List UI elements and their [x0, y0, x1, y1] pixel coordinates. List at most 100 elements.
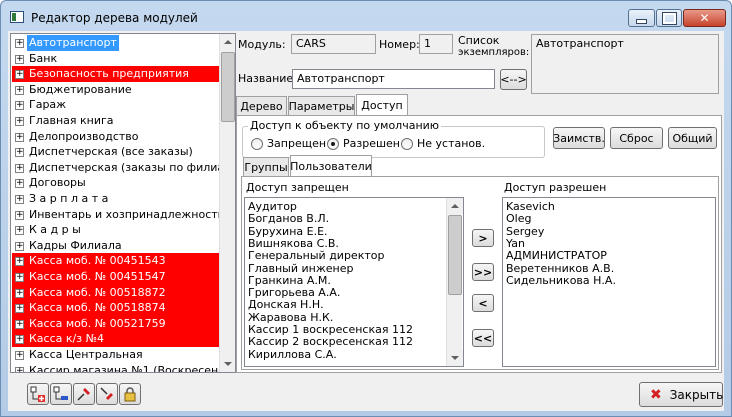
subtab-1[interactable]: Пользователи: [290, 155, 372, 176]
expand-icon[interactable]: +: [15, 132, 24, 142]
denied-scroll-thumb[interactable]: [448, 215, 462, 295]
move-all-left-button[interactable]: <<: [472, 329, 494, 347]
tree-item[interactable]: + Инвентарь и хозпринадлежности: [12, 207, 220, 223]
expand-icon[interactable]: +: [15, 304, 24, 314]
maximize-button[interactable]: [656, 9, 682, 27]
expand-icon[interactable]: +: [15, 351, 24, 360]
list-item[interactable]: Кириллова С.А.: [248, 348, 337, 361]
tree-item[interactable]: + Касса моб. № 00451543: [12, 253, 220, 270]
radio-circle-icon[interactable]: [251, 137, 263, 150]
instances-list[interactable]: Автотранспорт: [531, 34, 719, 94]
tree-item[interactable]: + Касса к/з №4: [12, 331, 220, 348]
radio-circle-icon[interactable]: [327, 137, 339, 150]
list-item[interactable]: Кассир 2 воскресенская 112: [248, 335, 413, 348]
expand-icon[interactable]: +: [15, 163, 24, 173]
close-window-button[interactable]: ✕: [683, 9, 726, 27]
tree-item[interactable]: + Автотранспорт: [12, 35, 220, 51]
expand-icon[interactable]: +: [15, 70, 24, 80]
expand-icon[interactable]: +: [15, 366, 24, 372]
list-item[interactable]: Жаравова Н.К.: [248, 311, 333, 324]
tree-item[interactable]: + Делопроизводство: [12, 129, 220, 145]
move-all-right-button[interactable]: >>: [472, 263, 494, 281]
list-item[interactable]: Главный инженер: [248, 262, 353, 275]
radio-option[interactable]: Не установ.: [401, 137, 485, 150]
radio-option[interactable]: Разрешен: [327, 137, 400, 150]
tree-item[interactable]: + Кассир магазина №1 (Воскресенская: [12, 363, 220, 372]
list-item[interactable]: Кассир 1 воскресенская 112: [248, 323, 413, 336]
denied-scroll-down[interactable]: [447, 350, 463, 366]
list-item[interactable]: Григорьева А.А.: [248, 286, 340, 299]
expand-icon[interactable]: +: [15, 226, 24, 236]
scroll-thumb[interactable]: [221, 52, 235, 122]
allowed-users-list[interactable]: Kasevich Oleg Sergey Yan АДМИНИСТРАТОР Верете…: [502, 197, 716, 367]
list-item[interactable]: Kasevich: [506, 200, 555, 213]
borrow-button[interactable]: Заимств.: [553, 127, 605, 149]
tab-1[interactable]: Параметры: [288, 96, 355, 115]
list-item[interactable]: Сидельникова Н.А.: [506, 274, 616, 287]
reset-button[interactable]: Сброс: [610, 127, 663, 149]
unpin-button[interactable]: [96, 383, 118, 405]
tab-2[interactable]: Доступ: [356, 94, 408, 115]
tree-scrollbar[interactable]: [219, 34, 235, 372]
tree-item[interactable]: + Касса моб. № 00518874: [12, 300, 220, 317]
lock-button[interactable]: [119, 383, 141, 405]
list-item[interactable]: Генеральный директор: [248, 249, 384, 262]
list-item[interactable]: Oleg: [506, 212, 531, 225]
list-item[interactable]: Веретенников А.В.: [506, 262, 614, 275]
expand-icon[interactable]: +: [15, 241, 24, 251]
radio-option[interactable]: Запрещен: [251, 137, 326, 150]
expand-icon[interactable]: +: [15, 101, 24, 111]
tree-item[interactable]: + Безопасность предприятия: [12, 66, 220, 83]
tree-item[interactable]: + Главная книга: [12, 113, 220, 129]
denied-users-list[interactable]: Аудитор Богданов В.Л. Бурухина Е.Е. Вишняко…: [244, 197, 464, 367]
tree-item[interactable]: + Диспетчерская (все заказы): [12, 144, 220, 160]
tree-item[interactable]: + Гараж: [12, 97, 220, 113]
tree-item[interactable]: + Договоры: [12, 175, 220, 191]
move-left-button[interactable]: <: [472, 294, 494, 312]
list-item[interactable]: Бурухина Е.Е.: [248, 225, 328, 238]
tree-item[interactable]: + Касса Центральная: [12, 347, 220, 363]
tree-item[interactable]: + Касса моб. № 00518872: [12, 284, 220, 301]
expand-icon[interactable]: +: [15, 335, 24, 345]
tree-item[interactable]: + Диспетчерская (заказы по филиалам): [12, 160, 220, 176]
subtab-0[interactable]: Группы: [243, 157, 289, 176]
list-item[interactable]: Вишнякова С.В.: [248, 237, 339, 250]
tree-item[interactable]: + Бюджетирование: [12, 82, 220, 98]
pin-button[interactable]: [73, 383, 95, 405]
list-item[interactable]: Гранкина А.М.: [248, 274, 331, 287]
common-button[interactable]: Общий: [668, 127, 717, 149]
title-bar[interactable]: Редактор дерева модулей ✕: [1, 1, 731, 31]
tree-item[interactable]: + З а р п л а т а: [12, 191, 220, 207]
denied-list-scrollbar[interactable]: [446, 198, 463, 366]
expand-icon[interactable]: +: [15, 179, 24, 189]
module-tree[interactable]: + Автотранспорт + Банк + Безопасность предпри…: [10, 33, 236, 373]
move-right-button[interactable]: >: [472, 229, 494, 247]
close-button[interactable]: ✖ Закрыть: [639, 382, 723, 407]
expand-icon[interactable]: +: [15, 257, 24, 267]
expand-icon[interactable]: +: [15, 195, 24, 204]
expand-icon[interactable]: +: [15, 54, 24, 64]
tree-item[interactable]: + Кадры Филиала: [12, 238, 220, 254]
radio-circle-icon[interactable]: [401, 137, 413, 150]
expand-icon[interactable]: +: [15, 288, 24, 298]
add-node-button[interactable]: [27, 383, 49, 405]
list-item[interactable]: Yan: [506, 237, 525, 250]
tab-0[interactable]: Дерево: [236, 96, 287, 115]
list-item[interactable]: АДМИНИСТРАТОР: [506, 249, 607, 262]
list-item[interactable]: Sergey: [506, 225, 544, 238]
expand-icon[interactable]: +: [15, 148, 24, 158]
expand-icon[interactable]: +: [15, 319, 24, 329]
list-item[interactable]: Богданов В.Л.: [248, 212, 329, 225]
tree-item[interactable]: + Касса моб. № 00521759: [12, 315, 220, 332]
swap-button[interactable]: <-->: [500, 69, 527, 90]
expand-icon[interactable]: +: [15, 117, 24, 126]
expand-icon[interactable]: +: [15, 85, 24, 95]
name-input[interactable]: Автотранспорт: [292, 69, 495, 89]
list-item[interactable]: Аудитор: [248, 200, 297, 213]
list-item[interactable]: Донская Н.Н.: [248, 298, 324, 311]
tree-item[interactable]: + Банк: [12, 51, 220, 67]
tree-item[interactable]: + Касса моб. № 00451547: [12, 269, 220, 285]
minimize-button[interactable]: [628, 9, 655, 27]
expand-icon[interactable]: +: [15, 210, 24, 220]
expand-icon[interactable]: +: [15, 39, 24, 48]
